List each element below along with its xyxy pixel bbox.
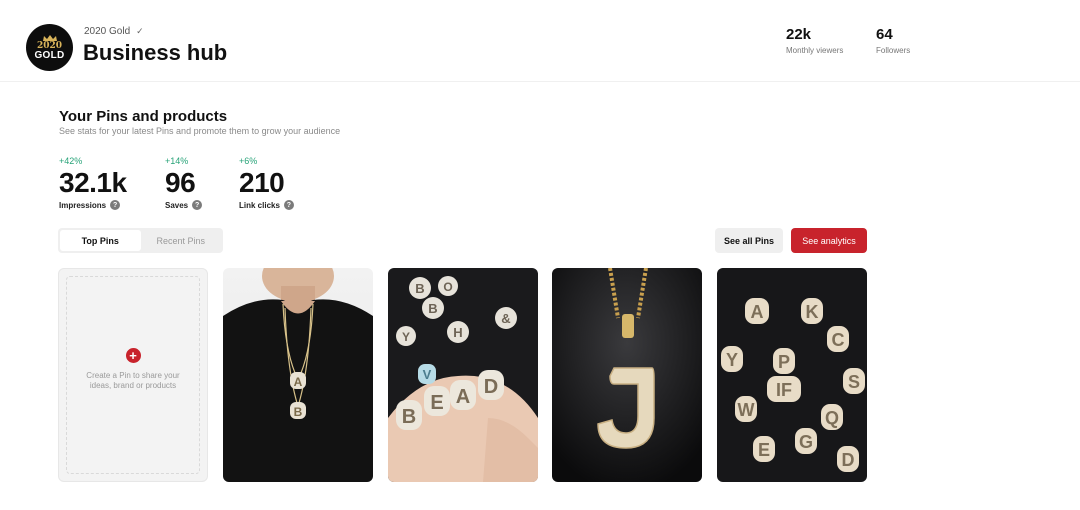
saves-delta: +14%: [165, 156, 189, 166]
edit-pencil-icon[interactable]: ✓: [136, 26, 144, 37]
svg-text:H: H: [453, 325, 462, 340]
followers-stat: 64 Followers: [876, 26, 910, 55]
saves-value: 96: [165, 167, 196, 198]
impressions-value: 32.1k: [59, 167, 127, 198]
svg-text:G: G: [799, 432, 813, 452]
see-analytics-button[interactable]: See analytics: [791, 228, 867, 253]
svg-text:P: P: [778, 352, 790, 372]
metric-saves: +14% 96 Saves ?: [165, 156, 203, 210]
pin-card[interactable]: A K Y P C IF S W Q E G D: [717, 268, 867, 482]
followers-label: Followers: [876, 46, 911, 55]
page-title: Business hub: [83, 40, 228, 65]
avatar[interactable]: 2020 GOLD: [26, 24, 73, 71]
pin-card[interactable]: [552, 268, 702, 482]
bubble-letter-pendants-hand-photo-icon: B O B Y H & B E A D V: [388, 268, 538, 482]
svg-text:D: D: [484, 376, 498, 398]
account-name-label: 2020 Gold: [84, 26, 131, 37]
create-pin-card[interactable]: + Create a Pin to share your ideas, bran…: [58, 268, 208, 482]
impressions-label: Impressions: [59, 200, 107, 210]
svg-text:Q: Q: [825, 408, 839, 428]
create-pin-text: Create a Pin to share your ideas, brand …: [86, 370, 180, 390]
svg-text:B: B: [402, 406, 416, 428]
section-title: Your Pins and products: [59, 108, 228, 125]
svg-text:Y: Y: [402, 330, 410, 344]
svg-text:D: D: [842, 450, 855, 470]
pins-tabs: Top Pins Recent Pins: [58, 228, 223, 253]
svg-text:&: &: [501, 311, 510, 326]
svg-text:A: A: [456, 386, 470, 408]
svg-text:B: B: [294, 405, 303, 419]
impressions-label-row: Impressions ?: [59, 200, 127, 210]
add-icon[interactable]: +: [125, 347, 141, 363]
impressions-delta: +42%: [59, 156, 83, 166]
link-clicks-delta: +6%: [239, 156, 258, 166]
link-clicks-label: Link clicks: [239, 200, 280, 210]
svg-text:W: W: [738, 400, 755, 420]
help-icon[interactable]: ?: [192, 200, 203, 210]
svg-text:K: K: [806, 302, 819, 322]
saves-label: Saves: [165, 200, 189, 210]
followers-value: 64: [876, 26, 893, 43]
metric-impressions: +42% 32.1k Impressions ?: [59, 156, 127, 210]
monthly-viewers-value: 22k: [786, 26, 812, 43]
letter-j-pendant-photo-icon: [552, 268, 702, 482]
account-name[interactable]: 2020 Gold ✓: [84, 26, 144, 37]
svg-text:B: B: [428, 301, 437, 316]
svg-text:Y: Y: [726, 350, 738, 370]
monthly-viewers-stat: 22k Monthly viewers: [786, 26, 843, 55]
saves-label-row: Saves ?: [165, 200, 203, 210]
svg-text:C: C: [832, 330, 845, 350]
metric-link-clicks: +6% 210 Link clicks ?: [239, 156, 294, 210]
tab-top-pins[interactable]: Top Pins: [60, 230, 141, 251]
avatar-word: GOLD: [34, 49, 65, 61]
svg-text:E: E: [758, 440, 770, 460]
svg-text:V: V: [423, 367, 432, 382]
help-icon[interactable]: ?: [110, 200, 121, 210]
help-icon[interactable]: ?: [283, 200, 294, 210]
svg-text:E: E: [430, 392, 443, 414]
crown-icon: [42, 34, 57, 41]
pendant-necklace-photo-icon: A B: [223, 268, 373, 482]
link-clicks-label-row: Link clicks ?: [239, 200, 294, 210]
pin-card[interactable]: B O B Y H & B E A D V: [388, 268, 538, 482]
see-all-pins-button[interactable]: See all Pins: [715, 228, 783, 253]
tab-recent-pins[interactable]: Recent Pins: [141, 230, 222, 251]
link-clicks-value: 210: [239, 167, 285, 198]
monthly-viewers-label: Monthly viewers: [786, 46, 844, 55]
scattered-letter-pendants-photo-icon: A K Y P C IF S W Q E G D: [717, 268, 867, 482]
svg-text:A: A: [294, 375, 303, 389]
svg-text:B: B: [415, 281, 424, 296]
svg-text:O: O: [443, 280, 452, 294]
section-subtitle: See stats for your latest Pins and promo…: [59, 126, 341, 136]
svg-text:A: A: [751, 302, 764, 322]
svg-text:IF: IF: [776, 380, 792, 400]
svg-text:S: S: [848, 372, 860, 392]
pin-card[interactable]: A B: [223, 268, 373, 482]
header: 2020 GOLD 2020 Gold ✓ Business hub 22k M…: [0, 0, 1080, 82]
